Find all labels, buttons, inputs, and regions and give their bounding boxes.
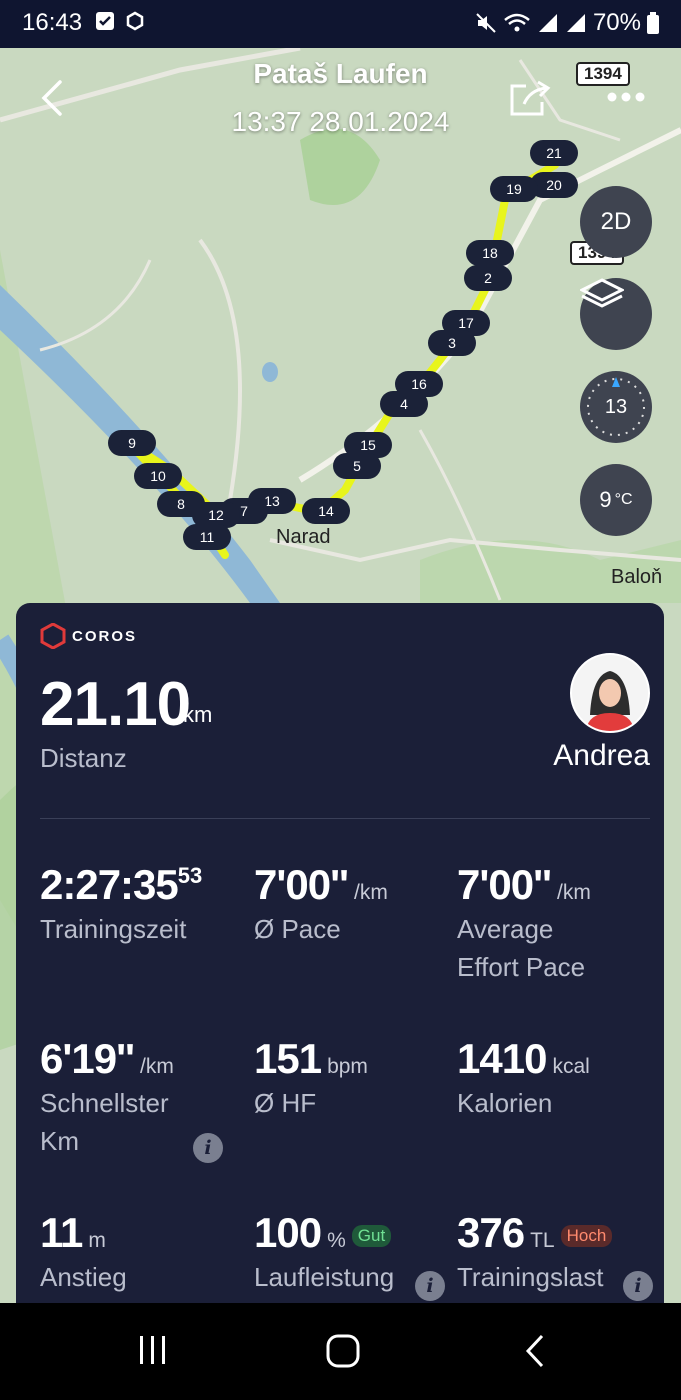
distance-label: Distanz bbox=[40, 743, 127, 773]
compass-value: 13 bbox=[604, 395, 628, 418]
home-icon[interactable] bbox=[325, 1333, 361, 1369]
metric-value: 6'19'' bbox=[40, 1035, 135, 1082]
mute-icon bbox=[476, 13, 496, 33]
compass-button[interactable]: 13 bbox=[580, 371, 652, 443]
metric-unit: /km bbox=[354, 881, 388, 904]
weather-button[interactable]: 9 °C bbox=[580, 464, 652, 536]
battery-icon bbox=[647, 12, 659, 34]
brand-name: COROS bbox=[72, 627, 138, 645]
km-marker-4[interactable]: 4 bbox=[380, 391, 428, 417]
metric-training-time: 2:27:3553 Trainingszeit bbox=[40, 861, 202, 947]
activity-summary-card: COROS 21.10 km Distanz Andrea 2:27:3553 … bbox=[16, 603, 664, 1303]
place-label-balon: Baloň bbox=[611, 566, 663, 588]
share-icon[interactable] bbox=[508, 78, 552, 118]
metric-label-line2: Km bbox=[40, 1126, 79, 1156]
metric-unit: TL bbox=[530, 1229, 555, 1252]
metric-ascent: 11 m Anstieg bbox=[40, 1209, 127, 1295]
status-time: 16:43 bbox=[22, 9, 83, 36]
metric-value: 11 bbox=[40, 1209, 83, 1256]
training-load-badge: Hoch bbox=[560, 1225, 613, 1247]
metric-label: Trainingszeit bbox=[40, 914, 187, 944]
run-performance-info-icon[interactable]: i bbox=[415, 1271, 445, 1301]
signal-icon bbox=[538, 14, 557, 32]
app-notification-icon bbox=[126, 11, 144, 31]
metric-calories: 1410 kcal Kalorien bbox=[457, 1035, 590, 1121]
more-options-icon[interactable] bbox=[606, 90, 646, 104]
status-bar: 16:43 70% bbox=[0, 0, 681, 48]
km-marker-21[interactable]: 21 bbox=[530, 140, 578, 166]
temperature-value: 9 bbox=[599, 487, 612, 512]
metric-value: 1410 bbox=[457, 1035, 547, 1082]
metric-unit: m bbox=[88, 1229, 106, 1252]
brand-logo: COROS bbox=[40, 623, 137, 649]
metric-unit: kcal bbox=[552, 1055, 590, 1078]
metric-unit: /km bbox=[557, 881, 591, 904]
km-marker-18[interactable]: 18 bbox=[466, 240, 514, 266]
metric-effort-pace: 7'00''/km Average Effort Pace bbox=[457, 861, 591, 985]
km-marker-19[interactable]: 19 bbox=[490, 176, 538, 202]
avatar[interactable] bbox=[570, 653, 650, 733]
km-marker-14[interactable]: 14 bbox=[302, 498, 350, 524]
metric-run-performance: 100% Gut Laufleistung bbox=[254, 1209, 394, 1295]
metric-unit: % bbox=[327, 1229, 346, 1252]
divider bbox=[40, 818, 650, 819]
user-avatar-icon bbox=[572, 655, 648, 731]
wifi-icon bbox=[504, 13, 530, 32]
metric-unit: bpm bbox=[327, 1055, 368, 1078]
fastest-km-info-icon[interactable]: i bbox=[193, 1133, 223, 1163]
km-marker-2[interactable]: 2 bbox=[464, 265, 512, 291]
signal-icon-2 bbox=[566, 14, 585, 32]
training-load-info-icon[interactable]: i bbox=[623, 1271, 653, 1301]
metric-label: Laufleistung bbox=[254, 1262, 395, 1292]
metric-fastest-km: 6'19''/km Schnellster Km bbox=[40, 1035, 174, 1159]
2d-view-toggle[interactable]: 2D bbox=[580, 186, 652, 258]
recent-apps-icon[interactable] bbox=[136, 1333, 170, 1367]
metric-label: Ø HF bbox=[254, 1088, 317, 1118]
metric-avg-hr: 151 bpm Ø HF bbox=[254, 1035, 368, 1121]
metric-hundredths: 53 bbox=[177, 863, 203, 888]
metric-value: 151 bbox=[254, 1035, 322, 1082]
status-right: 70% bbox=[475, 9, 659, 37]
metric-value: 7'00'' bbox=[457, 861, 552, 908]
system-nav-bar bbox=[0, 1303, 681, 1400]
2d-label: 2D bbox=[600, 208, 632, 235]
battery-percent: 70% bbox=[592, 9, 641, 36]
metric-label-line2: Effort Pace bbox=[457, 952, 586, 982]
metric-training-load: 376 TL Hoch Trainingslast bbox=[457, 1209, 613, 1295]
activity-datetime: 13:37 28.01.2024 bbox=[231, 106, 450, 137]
metric-label-line1: Average bbox=[457, 914, 554, 944]
distance-value: 21.10 bbox=[40, 670, 191, 739]
nav-back-icon[interactable] bbox=[520, 1333, 550, 1369]
km-marker-11[interactable]: 11 bbox=[183, 524, 231, 550]
layers-icon bbox=[580, 278, 624, 308]
distance-unit: km bbox=[183, 702, 213, 727]
map-layers-button[interactable] bbox=[580, 278, 652, 350]
performance-badge: Gut bbox=[351, 1225, 392, 1247]
km-marker-10[interactable]: 10 bbox=[134, 463, 182, 489]
metric-value: 2:27:35 bbox=[40, 861, 179, 908]
km-marker-9[interactable]: 9 bbox=[108, 430, 156, 456]
metric-value: 376 bbox=[457, 1209, 525, 1256]
metric-value: 7'00'' bbox=[254, 861, 349, 908]
metric-label: Kalorien bbox=[457, 1088, 553, 1118]
km-marker-3[interactable]: 3 bbox=[428, 330, 476, 356]
metric-avg-pace: 7'00''/km Ø Pace bbox=[254, 861, 388, 947]
activity-title: Pataš Laufen bbox=[253, 58, 428, 89]
place-label-narad: Narad bbox=[276, 526, 331, 548]
temperature-unit: °C bbox=[614, 491, 633, 508]
metric-label-line1: Schnellster bbox=[40, 1088, 169, 1118]
km-marker-8[interactable]: 8 bbox=[157, 491, 205, 517]
user-name: Andrea bbox=[553, 739, 650, 772]
checkbox-notification-icon bbox=[96, 12, 114, 30]
metric-unit: /km bbox=[140, 1055, 174, 1078]
metric-label: Trainingslast bbox=[457, 1262, 604, 1292]
metric-value: 100 bbox=[254, 1209, 322, 1256]
coros-logo-icon bbox=[40, 623, 66, 649]
metric-label: Ø Pace bbox=[254, 914, 341, 944]
km-marker-5[interactable]: 5 bbox=[333, 453, 381, 479]
metric-label: Anstieg bbox=[40, 1262, 127, 1292]
